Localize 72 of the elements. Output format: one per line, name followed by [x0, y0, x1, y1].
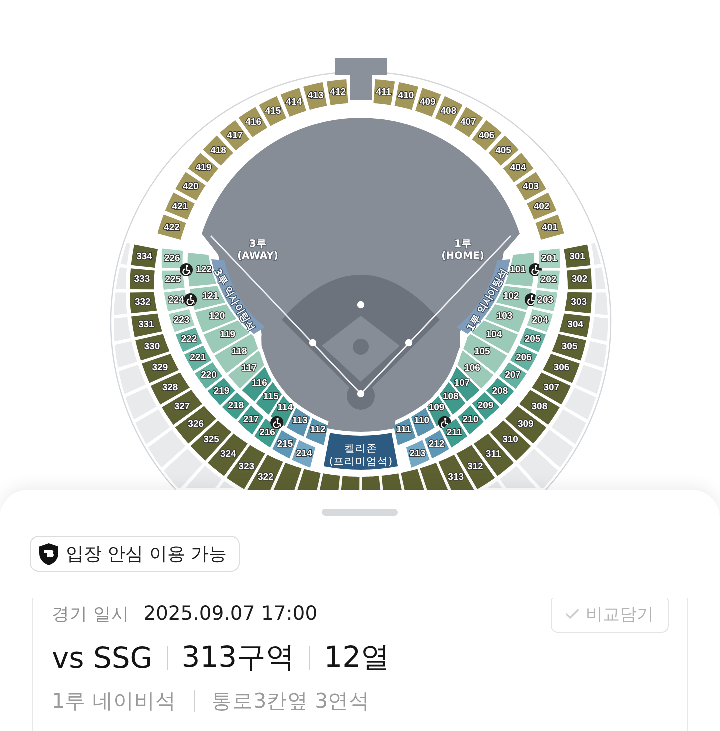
seat-zone-name: 1루 네이비석 — [52, 688, 177, 715]
seat-section[interactable]: 409 — [416, 88, 442, 117]
seat-section[interactable]: 332 — [130, 292, 158, 314]
seat-section[interactable]: 412 — [326, 80, 348, 106]
seat-section[interactable]: 225 — [162, 270, 185, 290]
seat-section[interactable]: 304 — [560, 314, 590, 338]
date-value: 2025.09.07 17:00 — [144, 602, 318, 625]
shield-icon — [39, 542, 59, 566]
first-base-label: 1루 (HOME) — [442, 239, 484, 262]
date-label: 경기 일시 — [52, 604, 130, 626]
seat-section[interactable]: 223 — [169, 310, 195, 332]
seat-section[interactable]: 401 — [536, 214, 564, 240]
drag-handle[interactable] — [322, 509, 398, 516]
safe-entry-label: 입장 안심 이용 가능 — [66, 543, 228, 566]
seat-section[interactable]: 201 — [538, 248, 560, 268]
compare-button[interactable]: 비교담기 — [551, 598, 669, 633]
unavailable-section — [120, 243, 131, 265]
pitcher-mound — [353, 339, 369, 355]
unavailable-section — [136, 410, 170, 444]
unavailable-section — [576, 365, 603, 394]
base-marker — [357, 301, 365, 309]
seat-section[interactable] — [382, 474, 402, 490]
listing-card[interactable]: 경기 일시 2025.09.07 17:00 비교담기 vs SSG 313구역 12열 1루 네이비석 통로3칸옆 3연석 — [32, 598, 688, 731]
section-name: 313구역 — [182, 639, 296, 676]
seat-section[interactable] — [320, 474, 340, 490]
seat-section[interactable]: 411 — [374, 80, 396, 106]
seat-section[interactable]: 410 — [394, 82, 418, 110]
seat-section[interactable]: 214 — [292, 440, 316, 468]
seat-section[interactable] — [362, 476, 381, 490]
seat-section[interactable]: 413 — [304, 82, 328, 110]
seat-section[interactable]: 334 — [131, 244, 158, 268]
unavailable-section — [591, 317, 608, 342]
opponent-name: vs SSG — [52, 641, 153, 675]
seat-section[interactable]: 414 — [280, 88, 306, 117]
premium-zone-section[interactable]: 켈리존 (프리미엄석) — [324, 433, 398, 470]
seat-section[interactable]: 331 — [132, 314, 162, 338]
unavailable-section — [591, 243, 602, 265]
seat-section[interactable]: 333 — [130, 268, 155, 290]
unavailable-section — [116, 268, 127, 290]
seat-section[interactable] — [298, 469, 321, 490]
unavailable-section — [114, 292, 128, 316]
unavailable-section — [126, 388, 157, 420]
seat-section[interactable] — [420, 463, 448, 490]
unavailable-section — [564, 388, 596, 420]
seat-section[interactable]: 204 — [527, 310, 553, 332]
seat-section[interactable]: 422 — [158, 214, 186, 240]
unavailable-section — [552, 410, 586, 444]
unavailable-section — [595, 268, 606, 290]
unavailable-section — [114, 317, 131, 342]
seat-section[interactable] — [401, 469, 424, 490]
seat-section[interactable]: 111 — [394, 418, 416, 446]
seat-section[interactable] — [274, 463, 302, 490]
row-name: 12열 — [324, 639, 390, 676]
third-base-label: 3루 (AWAY) — [237, 239, 279, 262]
unavailable-section — [594, 292, 608, 316]
base-marker — [309, 339, 317, 347]
seat-section[interactable]: 202 — [537, 270, 560, 290]
seat-section[interactable] — [341, 476, 360, 490]
seat-section[interactable]: 303 — [564, 292, 592, 314]
seat-section[interactable]: 213 — [406, 440, 430, 468]
unavailable-section — [119, 365, 146, 394]
seat-section[interactable]: 203 — [533, 290, 558, 312]
base-marker — [357, 390, 365, 398]
base-marker — [405, 339, 413, 347]
seat-section[interactable]: 226 — [162, 248, 184, 268]
seat-section[interactable]: 301 — [564, 244, 591, 268]
unavailable-section — [584, 341, 607, 368]
seat-description: 통로3칸옆 3연석 — [212, 688, 370, 715]
seat-section[interactable]: 112 — [306, 418, 328, 446]
unavailable-section — [115, 341, 138, 368]
seat-section[interactable]: 402 — [527, 192, 557, 220]
seat-section[interactable]: 302 — [567, 268, 592, 290]
